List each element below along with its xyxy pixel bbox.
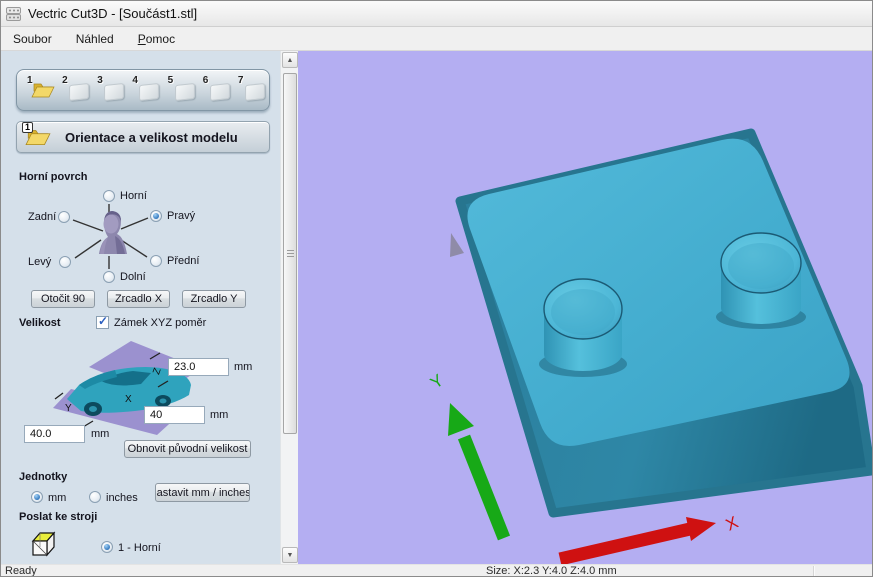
radio-levy-label[interactable]: Levý [28, 256, 51, 268]
x-axis-arrow [560, 517, 716, 559]
y-axis-label: Y [427, 371, 447, 393]
scrollbar-up-button[interactable]: ▲ [282, 52, 298, 68]
car-axis-x: X [125, 394, 132, 405]
section-folder-icon: 1 [25, 126, 51, 148]
radio-inches[interactable] [89, 491, 101, 503]
step-4-button[interactable]: 4 [131, 74, 163, 106]
car-axis-y: Y [65, 403, 72, 414]
y-axis-arrow [448, 403, 504, 538]
radio-predni[interactable] [150, 255, 162, 267]
step-toolbar: 1 2 3 4 5 6 [16, 69, 270, 111]
viewport-3d[interactable]: Y X [298, 51, 873, 564]
scrollbar-down-button[interactable]: ▼ [282, 547, 298, 563]
reset-size-button[interactable]: Obnovit původní velikost [124, 440, 251, 458]
radio-horni[interactable] [103, 190, 115, 202]
section-step-number: 1 [22, 122, 33, 133]
model-scene: Y X [298, 51, 873, 564]
size-y-unit: mm [91, 428, 109, 440]
step-7-button[interactable]: 7 [237, 74, 269, 106]
machine-cube-icon [29, 529, 61, 559]
radio-dolni[interactable] [103, 271, 115, 283]
step-6-button[interactable]: 6 [202, 74, 234, 106]
scrollbar-grip [287, 250, 294, 258]
model-peg-left [539, 279, 627, 377]
menu-pomoc-rest: omoc [146, 32, 175, 46]
app-window: Vectric Cut3D - [Součást1.stl] Soubor Ná… [0, 0, 873, 577]
radio-machine-top-label[interactable]: 1 - Horní [118, 542, 161, 554]
step-5-icon [175, 83, 195, 101]
left-panel: 1 2 3 4 5 6 [1, 51, 280, 564]
radio-dolni-label[interactable]: Dolní [120, 271, 146, 283]
open-folder-icon [31, 80, 55, 105]
size-y-input[interactable] [24, 425, 85, 443]
step-6-icon [210, 83, 230, 101]
step-3-button[interactable]: 3 [96, 74, 128, 106]
mirror-y-button[interactable]: Zrcadlo Y [182, 290, 246, 308]
statusbar: Ready Size: X:2.3 Y:4.0 Z:4.0 mm [1, 564, 872, 577]
menubar: Soubor Náhled Pomoc [1, 27, 872, 51]
step-2-icon [69, 83, 89, 101]
radio-pravy-label[interactable]: Pravý [167, 210, 195, 222]
model-peg-right [716, 233, 806, 329]
app-icon [6, 6, 22, 22]
lock-xyz-label[interactable]: Zámek XYZ poměr [114, 317, 206, 329]
size-z-input[interactable] [168, 358, 229, 376]
radio-pravy[interactable] [150, 210, 162, 222]
step-4-icon [139, 83, 159, 101]
bust-preview-image [99, 211, 127, 254]
size-x-input[interactable] [144, 406, 205, 424]
radio-machine-top[interactable] [101, 541, 113, 553]
status-size-text: Size: X:2.3 Y:4.0 Z:4.0 mm [486, 565, 617, 577]
menu-pomoc[interactable]: Pomoc [126, 27, 187, 50]
radio-inches-label[interactable]: inches [106, 492, 138, 504]
radio-horni-label[interactable]: Horní [120, 190, 147, 202]
lock-xyz-checkbox[interactable] [96, 316, 109, 329]
radio-predni-label[interactable]: Přední [167, 255, 199, 267]
step-3-icon [104, 83, 124, 101]
rotate-90-button[interactable]: Otočit 90 [31, 290, 95, 308]
step-1-button[interactable]: 1 [26, 74, 58, 106]
step-7-icon [245, 83, 265, 101]
menu-nahled[interactable]: Náhled [64, 27, 126, 50]
radio-mm[interactable] [31, 491, 43, 503]
panel-scrollbar[interactable]: ▲ ▼ [280, 51, 298, 564]
menu-pomoc-accel: P [138, 32, 146, 46]
menu-soubor[interactable]: Soubor [1, 27, 64, 50]
set-units-button[interactable]: lastavit mm / inches [155, 483, 250, 502]
status-ready-text: Ready [5, 565, 37, 577]
section-title: Orientace a velikost modelu [65, 130, 238, 145]
step-5-button[interactable]: 5 [167, 74, 199, 106]
status-separator [813, 566, 814, 577]
radio-levy[interactable] [59, 256, 71, 268]
size-x-unit: mm [210, 409, 228, 421]
sheet-corner-left [450, 233, 464, 257]
top-surface-label: Horní povrch [19, 171, 87, 183]
scrollbar-thumb[interactable] [283, 73, 297, 434]
size-z-unit: mm [234, 361, 252, 373]
window-title: Vectric Cut3D - [Součást1.stl] [28, 6, 197, 21]
titlebar: Vectric Cut3D - [Součást1.stl] [1, 1, 872, 27]
machine-label: Poslat ke stroji [19, 511, 97, 523]
x-axis-label: X [723, 513, 741, 535]
mirror-x-button[interactable]: Zrcadlo X [107, 290, 170, 308]
units-label: Jednotky [19, 471, 67, 483]
radio-mm-label[interactable]: mm [48, 492, 66, 504]
step-1-number: 1 [27, 75, 33, 86]
step-2-button[interactable]: 2 [61, 74, 93, 106]
size-label: Velikost [19, 317, 61, 329]
radio-zadni-label[interactable]: Zadní [28, 211, 56, 223]
radio-zadni[interactable] [58, 211, 70, 223]
section-header: 1 Orientace a velikost modelu [16, 121, 270, 153]
